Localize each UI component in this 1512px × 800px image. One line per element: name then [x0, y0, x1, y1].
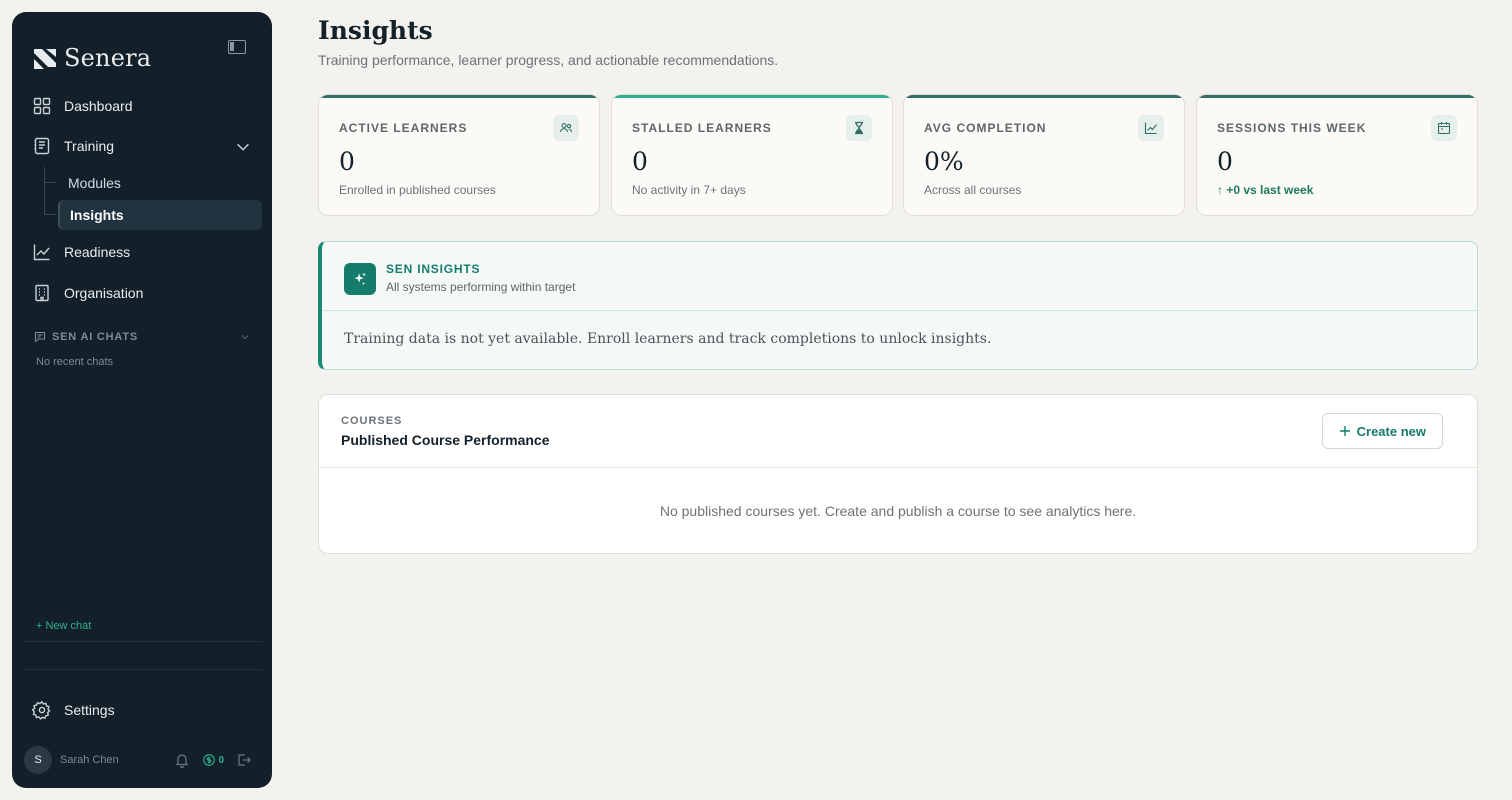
nav-organisation[interactable]: Organisation — [32, 283, 143, 303]
user-profile[interactable]: S Sarah Chen 0 — [24, 746, 256, 774]
kpi-label: STALLED LEARNERS — [632, 121, 772, 135]
tree-line — [44, 167, 45, 215]
tree-tick — [44, 214, 56, 215]
sparkle-icon — [344, 263, 376, 295]
create-new-button[interactable]: Create new — [1321, 413, 1443, 449]
kpi-avg-completion: AVG COMPLETION 0% Across all courses — [903, 94, 1185, 216]
sen-insights-panel: SEN INSIGHTS All systems performing with… — [318, 241, 1478, 370]
nav-organisation-label: Organisation — [64, 285, 144, 301]
sen-insights-title: SEN INSIGHTS — [386, 262, 481, 276]
courses-title: Published Course Performance — [341, 432, 550, 448]
kpi-label: AVG COMPLETION — [924, 121, 1047, 135]
nav-settings[interactable]: Settings — [32, 700, 115, 720]
kpi-label: SESSIONS THIS WEEK — [1217, 121, 1367, 135]
kpi-desc: No activity in 7+ days — [632, 183, 746, 197]
divider — [319, 467, 1477, 468]
plus-icon — [1339, 426, 1350, 436]
hourglass-icon — [846, 115, 872, 141]
grid-icon — [33, 97, 51, 115]
user-name: Sarah Chen — [60, 754, 119, 766]
nav-readiness-label: Readiness — [64, 244, 131, 260]
line-chart-icon — [1138, 115, 1164, 141]
kpi-value: 0 — [1217, 147, 1233, 176]
kpi-label: ACTIVE LEARNERS — [339, 121, 468, 135]
nav-training-label: Training — [64, 138, 115, 154]
kpi-active-learners: ACTIVE LEARNERS 0 Enrolled in published … — [318, 94, 600, 216]
senera-logo-icon — [34, 49, 56, 69]
sen-insights-message: Training data is not yet available. Enro… — [344, 331, 992, 347]
new-chat-link[interactable]: + New chat — [36, 620, 91, 632]
logout-icon[interactable] — [236, 752, 252, 768]
building-icon — [35, 284, 49, 302]
chevron-down-icon[interactable] — [240, 332, 250, 342]
courses-panel: COURSES Published Course Performance Cre… — [318, 394, 1478, 554]
users-icon — [553, 115, 579, 141]
sidebar: Senera Dashboard Training Modules Insigh… — [12, 12, 272, 788]
brand-name: Senera — [64, 44, 152, 72]
divider — [22, 669, 262, 670]
kpi-stalled-learners: STALLED LEARNERS 0 No activity in 7+ day… — [611, 94, 893, 216]
nav-training[interactable]: Training — [32, 136, 252, 156]
sen-ai-chats-header[interactable]: SEN AI CHATS — [34, 331, 250, 343]
trend-up-icon — [33, 244, 50, 261]
create-new-label: Create new — [1356, 423, 1426, 439]
courses-eyebrow: COURSES — [341, 415, 403, 427]
kpi-value: 0 — [632, 147, 648, 176]
nav-dashboard[interactable]: Dashboard — [32, 96, 133, 116]
page-title: Insights — [318, 16, 433, 45]
credits-count: 0 — [218, 754, 224, 766]
nav-dashboard-label: Dashboard — [64, 98, 133, 114]
kpi-value: 0% — [924, 147, 964, 176]
gear-icon — [32, 701, 51, 720]
bell-icon[interactable] — [174, 752, 190, 768]
kpi-desc: Across all courses — [924, 183, 1022, 197]
no-recent-chats: No recent chats — [36, 356, 114, 368]
user-actions: 0 — [174, 752, 252, 768]
nav-readiness[interactable]: Readiness — [32, 242, 130, 262]
page-subtitle: Training performance, learner progress, … — [318, 52, 779, 68]
coin-icon — [203, 754, 216, 766]
kpi-sessions-this-week: SESSIONS THIS WEEK 0 ↑ +0 vs last week — [1196, 94, 1478, 216]
kpi-trend: ↑ +0 vs last week — [1217, 183, 1314, 197]
credits-badge[interactable]: 0 — [202, 753, 224, 767]
kpi-value: 0 — [339, 147, 355, 176]
sen-ai-chats-label: SEN AI CHATS — [52, 331, 138, 343]
calendar-icon — [1431, 115, 1457, 141]
book-icon — [34, 137, 50, 155]
divider — [322, 310, 1477, 311]
tree-tick — [44, 182, 56, 183]
chevron-down-icon[interactable] — [234, 138, 252, 156]
avatar[interactable]: S — [24, 746, 52, 774]
brand-logo[interactable]: Senera — [32, 44, 151, 72]
nav-settings-label: Settings — [64, 702, 115, 718]
divider — [22, 641, 262, 642]
sen-insights-status: All systems performing within target — [386, 280, 576, 294]
kpi-desc: Enrolled in published courses — [339, 183, 496, 197]
chat-icon — [34, 331, 46, 343]
collapse-sidebar-icon[interactable] — [228, 40, 246, 54]
nav-modules[interactable]: Modules — [68, 175, 121, 191]
nav-insights[interactable]: Insights — [70, 207, 124, 223]
courses-empty-state: No published courses yet. Create and pub… — [659, 503, 1137, 519]
